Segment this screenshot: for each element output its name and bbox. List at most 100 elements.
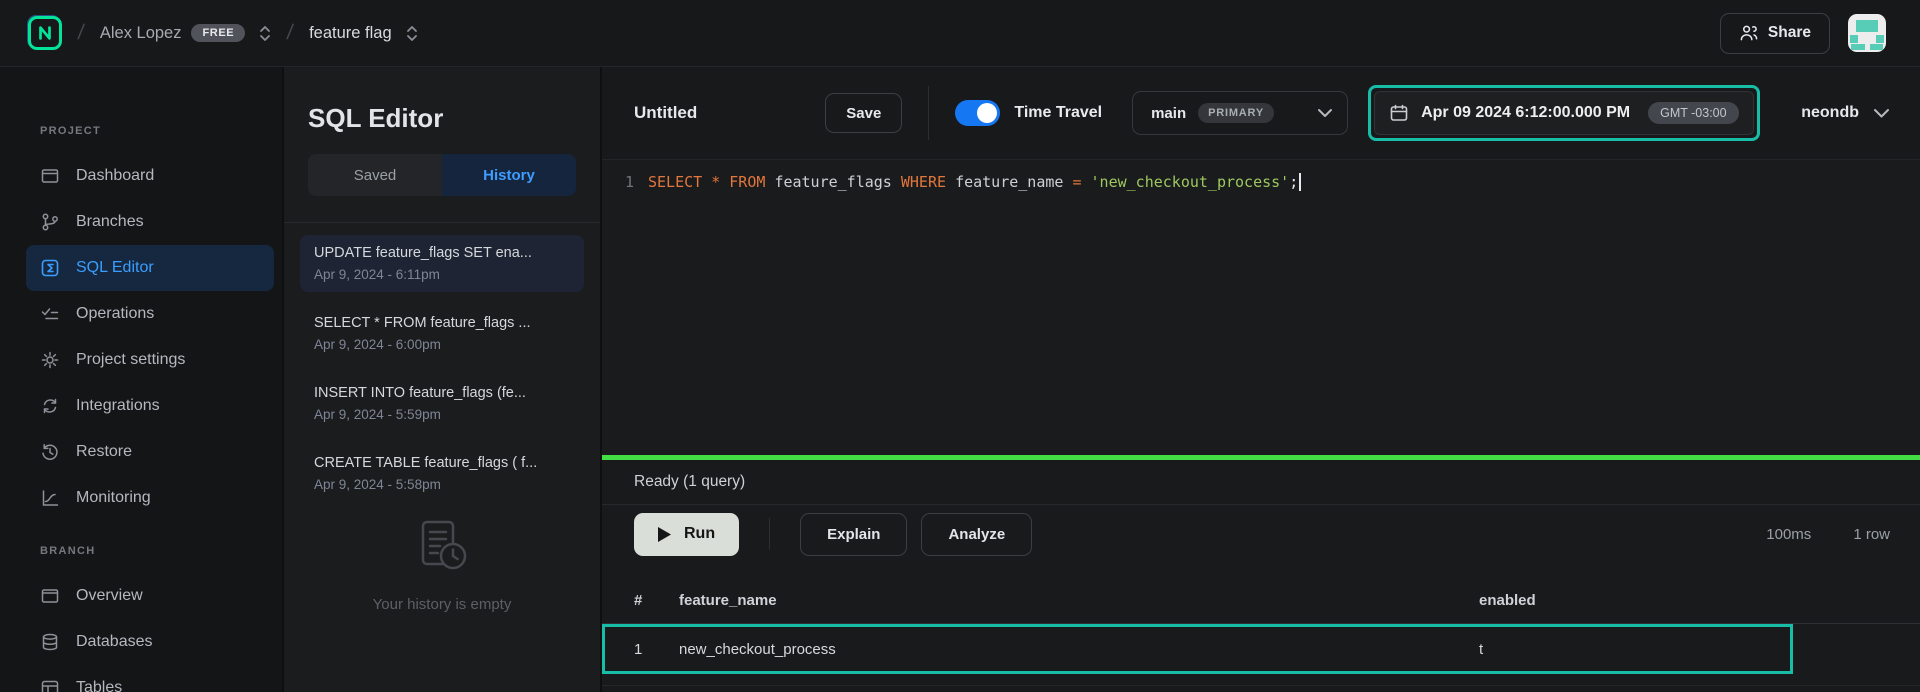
tab-saved[interactable]: Saved	[308, 154, 442, 196]
sidebar-item-monitoring[interactable]: Monitoring	[26, 475, 274, 521]
toolbar-divider	[769, 518, 770, 550]
org-switcher-chevron-icon[interactable]	[259, 25, 271, 42]
status-bar: Ready (1 query)	[602, 460, 1920, 505]
sql-token: WHERE	[901, 173, 955, 191]
time-travel-label: Time Travel	[1014, 104, 1102, 122]
timezone-badge: GMT -03:00	[1648, 102, 1738, 124]
play-icon	[658, 527, 671, 542]
explain-button[interactable]: Explain	[800, 513, 907, 556]
database-name: neondb	[1801, 104, 1859, 122]
sql-token: 'new_checkout_process'	[1091, 173, 1290, 191]
sql-editor-panel: SQL Editor Saved History UPDATE feature_…	[282, 67, 600, 692]
editor-header: Untitled Save Time Travel main PRIMARY A…	[602, 67, 1920, 160]
people-icon	[1739, 24, 1758, 42]
sidebar-item-tables[interactable]: Tables	[26, 665, 274, 692]
sidebar-item-integrations[interactable]: Integrations	[26, 383, 274, 429]
history-empty-text: Your history is empty	[373, 596, 512, 613]
results-toolbar: Run Explain Analyze 100ms 1 row	[602, 505, 1920, 563]
user-avatar[interactable]	[1848, 14, 1886, 52]
database-select[interactable]: neondb	[1801, 104, 1890, 122]
analyze-button[interactable]: Analyze	[921, 513, 1032, 556]
operations-icon	[40, 304, 60, 324]
sidebar-item-label: Databases	[76, 633, 153, 651]
org-name[interactable]: Alex Lopez	[100, 24, 182, 43]
share-label: Share	[1768, 24, 1811, 42]
breadcrumb-separator: /	[76, 21, 85, 45]
query-meta: 100ms 1 row	[1766, 526, 1890, 543]
top-bar: / Alex Lopez FREE / feature flag Share	[0, 0, 1920, 67]
breadcrumb-org: Alex Lopez FREE	[100, 24, 271, 43]
history-list: UPDATE feature_flags SET ena... Apr 9, 2…	[284, 223, 600, 613]
run-button[interactable]: Run	[634, 513, 739, 556]
history-timestamp: Apr 9, 2024 - 6:00pm	[314, 337, 570, 352]
identicon	[1848, 14, 1886, 52]
project-name[interactable]: feature flag	[309, 24, 392, 43]
history-query: INSERT INTO feature_flags (fe...	[314, 385, 570, 401]
sidebar-item-branches[interactable]: Branches	[26, 199, 274, 245]
table-icon	[40, 678, 60, 692]
integrations-icon	[40, 396, 60, 416]
sidebar-item-label: Tables	[76, 679, 122, 692]
sidebar-item-overview[interactable]: Overview	[26, 573, 274, 619]
header-divider	[928, 86, 929, 140]
column-header-enabled: enabled	[1479, 592, 1920, 609]
results-table: # feature_name enabled 1 new_checkout_pr…	[602, 577, 1920, 686]
sidebar-item-project-settings[interactable]: Project settings	[26, 337, 274, 383]
sidebar-item-databases[interactable]: Databases	[26, 619, 274, 665]
run-label: Run	[684, 525, 715, 543]
row-count: 1 row	[1853, 526, 1890, 543]
datetime-picker[interactable]: Apr 09 2024 6:12:00.000 PM GMT -03:00	[1374, 91, 1753, 135]
sidebar-item-operations[interactable]: Operations	[26, 291, 274, 337]
editor-main: Untitled Save Time Travel main PRIMARY A…	[600, 67, 1920, 692]
dashboard-icon	[40, 166, 60, 186]
sidebar: PROJECT Dashboard Branches SQL Editor Op…	[0, 67, 282, 692]
time-travel-toggle[interactable]	[955, 100, 1000, 126]
save-button[interactable]: Save	[825, 93, 902, 133]
sql-token: FROM	[729, 173, 774, 191]
sidebar-item-sql-editor[interactable]: SQL Editor	[26, 245, 274, 291]
sql-token: feature_name	[955, 173, 1072, 191]
sidebar-item-restore[interactable]: Restore	[26, 429, 274, 475]
share-button[interactable]: Share	[1720, 13, 1830, 54]
highlight-datetime-picker: Apr 09 2024 6:12:00.000 PM GMT -03:00	[1368, 85, 1759, 141]
toggle-knob	[977, 103, 997, 123]
saved-history-tabs: Saved History	[308, 154, 576, 196]
neon-console: / Alex Lopez FREE / feature flag Share	[0, 0, 1920, 692]
history-empty-state: Your history is empty	[300, 516, 584, 613]
sidebar-item-label: Overview	[76, 587, 143, 605]
panel-title: SQL Editor	[284, 67, 600, 134]
cell-enabled: t	[1479, 641, 1920, 658]
sidebar-item-dashboard[interactable]: Dashboard	[26, 153, 274, 199]
history-item[interactable]: SELECT * FROM feature_flags ... Apr 9, 2…	[300, 305, 584, 362]
query-title: Untitled	[634, 103, 697, 123]
tab-history[interactable]: History	[442, 154, 576, 196]
branches-icon	[40, 212, 60, 232]
breadcrumb-separator: /	[286, 21, 295, 45]
sql-token: =	[1072, 173, 1090, 191]
database-icon	[40, 632, 60, 652]
chevron-down-icon	[1317, 108, 1333, 118]
column-header-feature-name: feature_name	[679, 592, 1479, 609]
topbar-actions: Share	[1720, 13, 1886, 54]
history-timestamp: Apr 9, 2024 - 5:59pm	[314, 407, 570, 422]
history-item[interactable]: INSERT INTO feature_flags (fe... Apr 9, …	[300, 375, 584, 432]
sidebar-item-label: Monitoring	[76, 489, 151, 507]
sql-code-editor[interactable]: 1 SELECT * FROM feature_flags WHERE feat…	[602, 160, 1920, 455]
neon-logo-icon[interactable]	[28, 16, 62, 50]
history-item[interactable]: CREATE TABLE feature_flags ( f... Apr 9,…	[300, 445, 584, 502]
branch-select[interactable]: main PRIMARY	[1132, 91, 1348, 135]
sidebar-item-label: SQL Editor	[76, 259, 154, 277]
calendar-icon	[1389, 103, 1409, 123]
document-clock-icon	[409, 516, 475, 580]
monitoring-chart-icon	[40, 488, 60, 508]
sidebar-item-label: Project settings	[76, 351, 185, 369]
project-switcher-chevron-icon[interactable]	[406, 25, 418, 42]
line-number: 1	[602, 160, 648, 455]
cell-row-number: 1	[634, 641, 679, 658]
cell-feature-name: new_checkout_process	[679, 641, 1479, 658]
neon-n-glyph	[36, 24, 54, 42]
breadcrumb-project: feature flag	[309, 24, 418, 43]
sql-token: *	[711, 173, 729, 191]
history-item[interactable]: UPDATE feature_flags SET ena... Apr 9, 2…	[300, 235, 584, 292]
sql-token: SELECT	[648, 173, 711, 191]
